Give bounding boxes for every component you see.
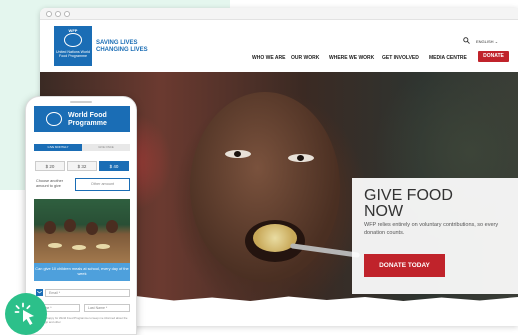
hero-photo-eye — [225, 150, 251, 158]
last-name-field[interactable]: Last Name * — [84, 304, 130, 312]
header-donate-button[interactable]: DONATE — [478, 51, 509, 62]
email-field[interactable]: Email * — [45, 289, 130, 297]
window-minimize-dot[interactable] — [55, 11, 61, 17]
tab-give-once[interactable]: GIVE ONCE — [82, 144, 130, 151]
hero-photo-eye — [288, 154, 314, 162]
photo-child — [86, 222, 98, 235]
tab-give-monthly[interactable]: GIVE MONTHLY — [34, 144, 82, 151]
mail-icon — [36, 289, 43, 296]
site-tagline: SAVING LIVES CHANGING LIVES — [96, 40, 148, 53]
donation-frequency-tabs: GIVE MONTHLY GIVE ONCE — [34, 144, 130, 151]
photo-plate — [96, 244, 110, 249]
photo-child — [106, 220, 118, 233]
search-icon[interactable] — [463, 37, 470, 44]
amount-option-20[interactable]: $ 20 — [35, 161, 65, 171]
nav-who-we-are[interactable]: WHO WE ARE — [252, 55, 285, 61]
hero-cta-panel: GIVE FOOD NOW WFP relies entirely on vol… — [352, 178, 518, 294]
mobile-header: World Food Programme — [34, 106, 130, 132]
click-cursor-icon — [14, 302, 34, 325]
photo-plate — [72, 245, 86, 250]
nav-get-involved[interactable]: GET INVOLVED — [382, 55, 419, 61]
browser-chrome — [40, 8, 518, 20]
mobile-phone-mockup: World Food Programme GIVE MONTHLY GIVE O… — [25, 96, 137, 335]
click-badge — [5, 293, 47, 335]
other-amount-input[interactable]: Other amount — [75, 178, 130, 191]
promo-stage: WFP United Nations World Food Programme … — [0, 0, 518, 335]
donate-today-button[interactable]: DONATE TODAY — [364, 254, 445, 277]
un-emblem-icon — [64, 33, 82, 47]
nav-media-centre[interactable]: MEDIA CENTRE — [429, 55, 467, 61]
language-selector[interactable]: ENGLISH ⌄ — [476, 39, 498, 44]
un-emblem-icon — [46, 112, 62, 126]
consent-note: Yes, I'm happy for World Food Programme … — [36, 316, 128, 324]
choose-amount-text: Choose another amount to give — [36, 179, 64, 188]
amount-option-32[interactable]: $ 32 — [67, 161, 97, 171]
amount-option-40[interactable]: $ 40 — [99, 161, 129, 171]
window-close-dot[interactable] — [46, 11, 52, 17]
site-header: WFP United Nations World Food Programme … — [40, 20, 518, 72]
school-meal-photo — [34, 199, 130, 263]
photo-child — [44, 221, 56, 234]
logo-name: United Nations World Food Programme — [56, 50, 90, 59]
hero-title: GIVE FOOD NOW — [364, 187, 453, 220]
photo-child — [64, 219, 76, 232]
window-maximize-dot[interactable] — [64, 11, 70, 17]
chevron-down-icon: ⌄ — [494, 39, 499, 44]
photo-plate — [48, 243, 62, 248]
photo-caption: Can give 10 children meals at school, ev… — [34, 263, 130, 281]
wfp-logo[interactable]: WFP United Nations World Food Programme — [54, 26, 92, 66]
nav-where-we-work[interactable]: WHERE WE WORK — [329, 55, 374, 61]
language-label: ENGLISH — [476, 39, 494, 44]
phone-speaker — [70, 101, 92, 103]
mobile-site-title: World Food Programme — [68, 112, 107, 127]
hero-subtitle: WFP relies entirely on voluntary contrib… — [364, 222, 499, 236]
nav-our-work[interactable]: OUR WORK — [291, 55, 319, 61]
